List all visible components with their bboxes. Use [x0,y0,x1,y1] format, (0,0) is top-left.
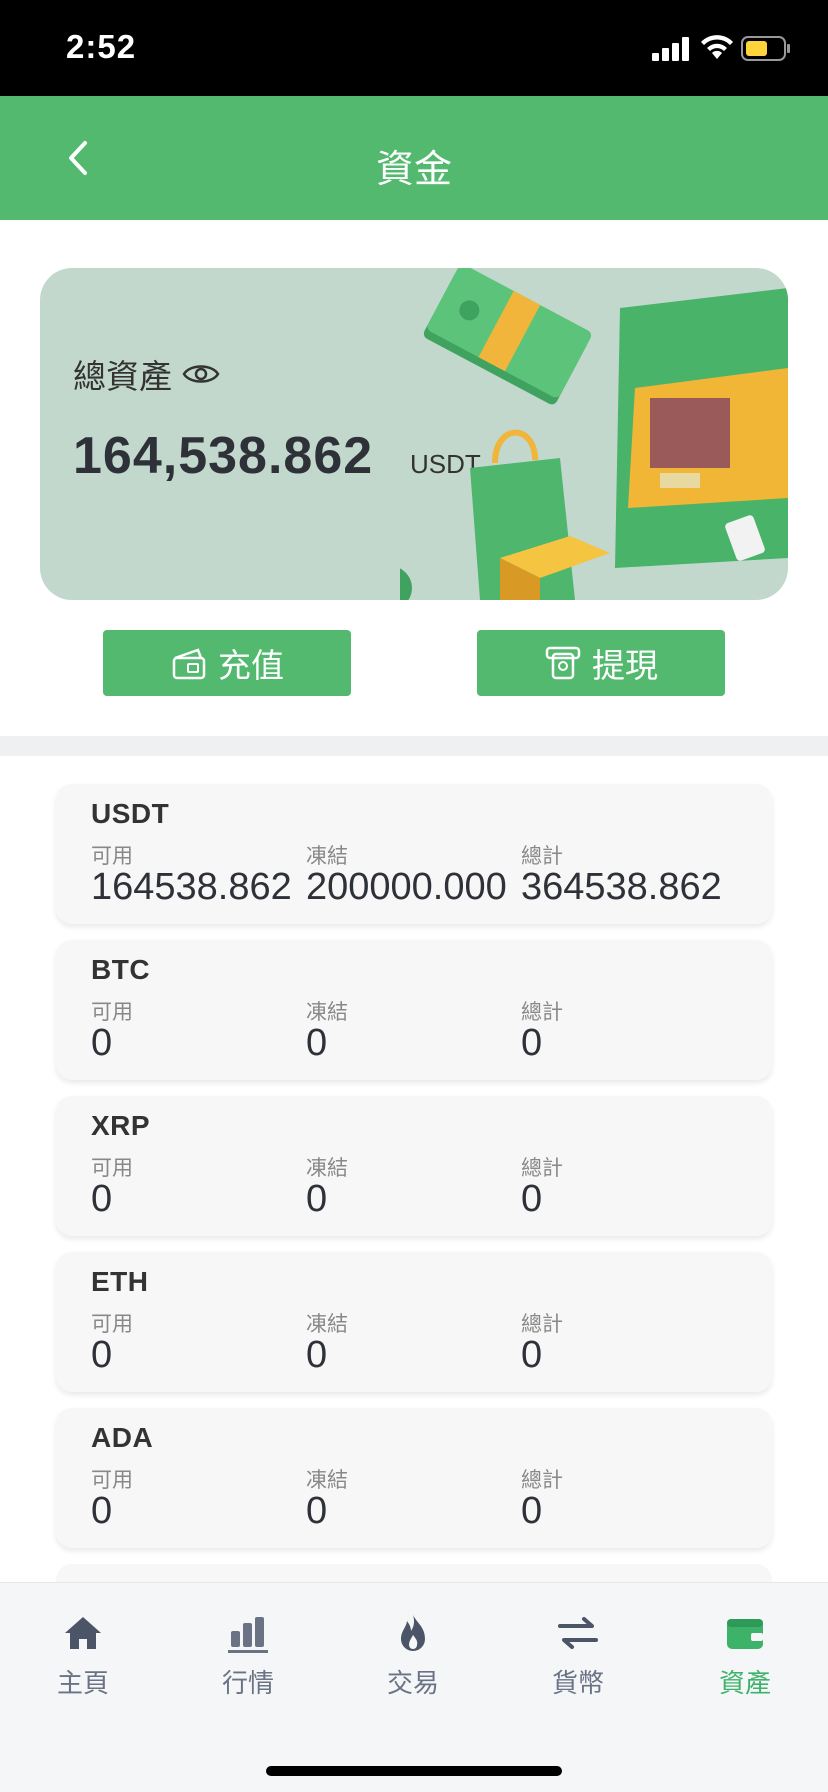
frozen-value: 200000.000 [306,866,507,908]
nav-market-label: 行情 [221,1668,274,1698]
coin-card-xrp[interactable]: XRP 可用 凍結 總計 0 0 0 [56,1096,772,1236]
frozen-value: 0 [306,1022,328,1064]
bottom-nav: 主頁 行情 交易 貨幣 資產 [0,1582,828,1792]
total-assets-card: 總資產 164,538.862 USDT [40,268,788,600]
wallet-card-icon [172,648,206,680]
status-bar: 2:52 [0,0,828,96]
nav-assets-label: 資產 [718,1668,771,1698]
total-value: 0 [521,1178,543,1220]
nav-currency-label: 貨幣 [551,1668,604,1698]
frozen-value: 0 [306,1178,328,1220]
wallet-icon [727,1619,763,1649]
nav-trade-label: 交易 [386,1668,439,1698]
coin-symbol: BTC [91,954,151,985]
home-icon [65,1617,101,1649]
coin-card-eth[interactable]: ETH 可用 凍結 總計 0 0 0 [56,1252,772,1392]
total-assets-amount: 164,538.862 [73,427,374,485]
nav-market[interactable]: 行情 [188,1611,308,1700]
status-time: 2:52 [66,28,137,65]
flame-icon [401,1615,425,1651]
home-indicator [266,1766,562,1776]
page-title: 資金 [375,149,452,191]
nav-assets[interactable]: 資產 [685,1611,805,1700]
deposit-label: 充值 [218,647,284,684]
money-illustration [400,268,788,600]
bar-chart-icon [228,1617,268,1653]
withdraw-button[interactable]: 提現 [477,630,725,696]
coin-card-btc[interactable]: BTC 可用 凍結 總計 0 0 0 [56,940,772,1080]
coin-symbol: XRP [91,1110,151,1141]
available-value: 0 [91,1334,113,1376]
nav-home[interactable]: 主頁 [23,1611,143,1700]
coin-symbol: ADA [91,1422,154,1453]
available-value: 0 [91,1490,113,1532]
exchange-arrows-icon [558,1617,598,1649]
nav-home-label: 主頁 [56,1668,109,1698]
nav-currency[interactable]: 貨幣 [518,1611,638,1700]
total-assets-label: 總資產 [73,358,172,395]
total-value: 0 [521,1490,543,1532]
atm-icon [545,646,581,680]
coin-card-ada[interactable]: ADA 可用 凍結 總計 0 0 0 [56,1408,772,1548]
coin-symbol: USDT [91,798,170,829]
eye-icon[interactable] [182,361,220,387]
total-value: 0 [521,1334,543,1376]
total-value: 364538.862 [521,866,722,908]
deposit-button[interactable]: 充值 [103,630,351,696]
frozen-value: 0 [306,1490,328,1532]
app-header: 資金 [0,96,828,220]
coin-symbol: ETH [91,1266,149,1297]
available-value: 164538.862 [91,866,292,908]
total-value: 0 [521,1022,543,1064]
cellular-signal-icon [652,37,689,61]
coin-card-usdt[interactable]: USDT 可用 凍結 總計 164538.862 200000.000 3645… [56,784,772,924]
battery-icon [741,36,790,61]
available-value: 0 [91,1022,113,1064]
withdraw-label: 提現 [592,647,658,684]
frozen-value: 0 [306,1334,328,1376]
section-divider [0,736,828,756]
nav-trade[interactable]: 交易 [353,1611,473,1700]
wifi-icon [701,35,733,59]
available-value: 0 [91,1178,113,1220]
